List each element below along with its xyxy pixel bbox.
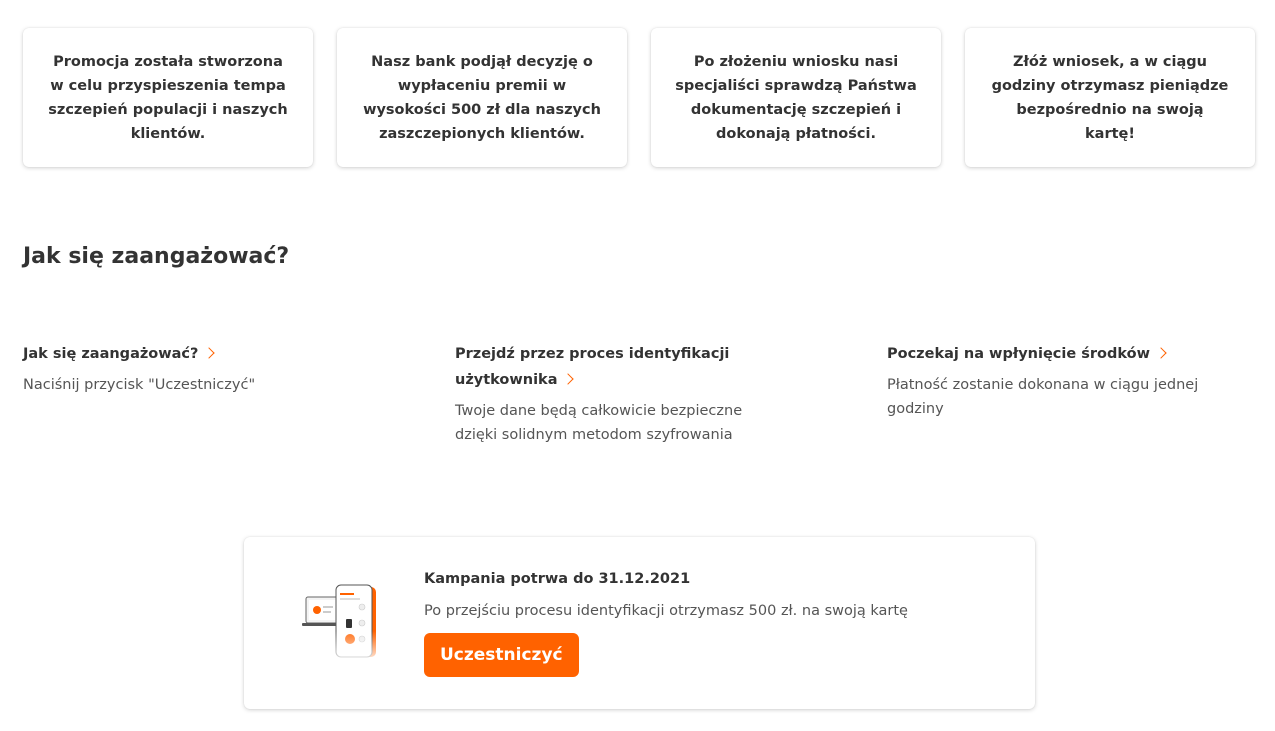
campaign-title: Kampania potrwa do 31.12.2021 xyxy=(424,571,691,587)
step-description: Naciśnij przycisk "Uczestniczyć" xyxy=(23,377,256,393)
info-card-text: Nasz bank podjął decyzję o wypłaceniu pr… xyxy=(363,53,601,142)
step-description: Płatność zostanie dokonana w ciągu jedne… xyxy=(887,377,1199,417)
step-2: Przejdź przez proces identyfikacji użytk… xyxy=(455,341,785,447)
info-card-text: Po złożeniu wniosku nasi specjaliści spr… xyxy=(675,53,917,142)
info-card-text: Promocja została stworzona w celu przysp… xyxy=(48,53,288,142)
step-link[interactable]: Poczekaj na wpłynięcie środków xyxy=(887,341,1247,367)
campaign-description: Po przejściu procesu identyfikacji otrzy… xyxy=(424,603,908,619)
info-card-1: Promocja została stworzona w celu przysp… xyxy=(23,28,313,167)
campaign-panel: Kampania potrwa do 31.12.2021 Po przejśc… xyxy=(244,537,1035,709)
chevron-right-icon[interactable] xyxy=(203,347,216,359)
chevron-right-icon[interactable] xyxy=(1155,347,1167,359)
info-card-4: Złóż wniosek, a w ciągu godziny otrzymas… xyxy=(965,28,1255,167)
step-title[interactable]: Poczekaj na wpłynięcie środków xyxy=(887,346,1150,362)
step-link[interactable]: Jak się zaangażować? xyxy=(23,341,383,367)
step-1: Jak się zaangażować? Naciśnij przycisk "… xyxy=(23,341,383,397)
section-title: Jak się zaangażować? xyxy=(23,244,290,269)
step-link[interactable]: Przejdź przez proces identyfikacji użytk… xyxy=(455,341,785,393)
info-card-3: Po złożeniu wniosku nasi specjaliści spr… xyxy=(651,28,941,167)
info-card-2: Nasz bank podjął decyzję o wypłaceniu pr… xyxy=(337,28,627,167)
step-title[interactable]: Jak się zaangażować? xyxy=(23,346,198,362)
step-title[interactable]: Przejdź przez proces identyfikacji użytk… xyxy=(455,346,729,388)
devices-app-illustration-icon xyxy=(300,584,380,665)
chevron-right-icon[interactable] xyxy=(562,373,575,385)
step-3: Poczekaj na wpłynięcie środków Płatność … xyxy=(887,341,1247,421)
info-card-text: Złóż wniosek, a w ciągu godziny otrzymas… xyxy=(991,53,1229,142)
participate-button[interactable]: Uczestniczyć xyxy=(424,633,579,677)
step-description: Twoje dane będą całkowicie bezpieczne dz… xyxy=(455,403,743,443)
